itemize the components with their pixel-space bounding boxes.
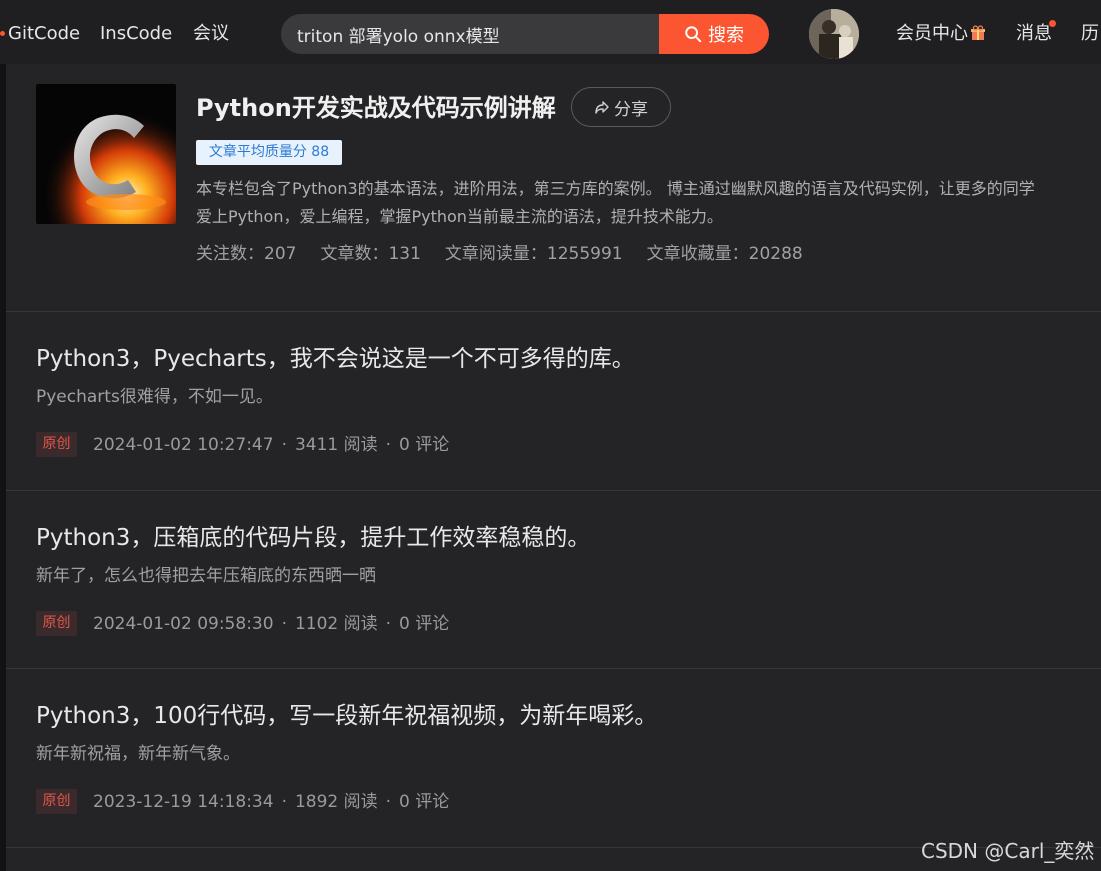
- article-reads: 3411 阅读: [294, 434, 378, 455]
- article-date: 2024-01-02 09:58:30: [93, 613, 274, 634]
- avatar[interactable]: [809, 9, 859, 59]
- article-summary: Pyecharts很难得，不如一见。: [36, 387, 273, 407]
- stat-favorite-count: 文章收藏量：20288: [646, 244, 803, 264]
- article-date: 2023-12-19 14:18:34: [93, 791, 274, 812]
- stat-followers: 关注数：207: [196, 244, 297, 264]
- article-comments[interactable]: 0 评论: [399, 612, 449, 636]
- nav-bullet-dot: [0, 31, 5, 36]
- column-cover-image[interactable]: [36, 84, 176, 224]
- article-reads: 1892 阅读: [294, 791, 378, 812]
- messages-link[interactable]: 消息: [1016, 22, 1052, 46]
- article-meta: 原创 2024-01-02 10:27:47 · 3411 阅读 · 0 评论: [36, 432, 449, 457]
- article-summary: 新年新祝福，新年新气象。: [36, 744, 240, 764]
- meta-separator: ·: [281, 434, 287, 455]
- column-stats: 关注数：207 文章数：131 文章阅读量：1255991 文章收藏量：2028…: [196, 242, 803, 266]
- search-button[interactable]: 搜索: [659, 14, 769, 54]
- search-box: [281, 14, 661, 54]
- unread-dot: [1049, 20, 1056, 27]
- article-item[interactable]: Python3，100行代码，写一段新年祝福视频，为新年喝彩。 新年新祝福，新年…: [6, 669, 1101, 847]
- nav-link-inscode[interactable]: InsCode: [100, 22, 172, 46]
- meta-separator: ·: [385, 434, 392, 455]
- nav-link-gitcode[interactable]: GitCode: [8, 22, 80, 46]
- article-meta: 原创 2024-01-02 09:58:30 · 1102 阅读 · 0 评论: [36, 611, 449, 636]
- original-tag: 原创: [36, 611, 77, 636]
- stat-article-count: 文章数：131: [320, 244, 421, 264]
- article-meta: 原创 2023-12-19 14:18:34 · 1892 阅读 · 0 评论: [36, 789, 449, 814]
- meta-separator: ·: [281, 613, 287, 634]
- share-button[interactable]: 分享: [571, 87, 671, 127]
- column-cover-art: [36, 84, 176, 224]
- article-title[interactable]: Python3，100行代码，写一段新年祝福视频，为新年喝彩。: [36, 701, 657, 731]
- article-comments[interactable]: 0 评论: [399, 790, 449, 814]
- column-title: Python开发实战及代码示例讲解: [196, 94, 556, 122]
- article-item[interactable]: Python3，Pyecharts，我不会说这是一个不可多得的库。 Pyecha…: [6, 312, 1101, 490]
- vip-center-link[interactable]: 会员中心: [896, 22, 986, 46]
- meta-separator: ·: [385, 791, 392, 812]
- article-title[interactable]: Python3，Pyecharts，我不会说这是一个不可多得的库。: [36, 344, 635, 374]
- stat-read-count: 文章阅读量：1255991: [444, 244, 623, 264]
- history-link[interactable]: 历: [1081, 22, 1099, 46]
- original-tag: 原创: [36, 789, 77, 814]
- quality-score-badge: 文章平均质量分 88: [196, 140, 342, 165]
- article-date: 2024-01-02 10:27:47: [93, 434, 274, 455]
- article-comments[interactable]: 0 评论: [399, 433, 449, 457]
- csdn-watermark: CSDN @Carl_奕然: [921, 839, 1095, 863]
- article-title[interactable]: Python3，压箱底的代码片段，提升工作效率稳稳的。: [36, 523, 590, 553]
- share-icon: [595, 101, 609, 114]
- vip-center-label: 会员中心: [896, 23, 968, 44]
- article-reads: 1102 阅读: [294, 613, 378, 634]
- share-label: 分享: [614, 99, 648, 120]
- search-input[interactable]: [297, 22, 647, 46]
- original-tag: 原创: [36, 432, 77, 457]
- search-button-label: 搜索: [708, 25, 744, 46]
- nav-link-meeting[interactable]: 会议: [193, 22, 229, 46]
- column-description: 本专栏包含了Python3的基本语法，进阶用法，第三方库的案例。 博主通过幽默风…: [196, 179, 1035, 226]
- meta-separator: ·: [385, 613, 392, 634]
- top-navbar: GitCode InsCode 会议 搜索 会员中心 消息 历: [0, 0, 1101, 64]
- search-icon: [685, 26, 702, 43]
- meta-separator: ·: [281, 791, 287, 812]
- article-summary: 新年了，怎么也得把去年压箱底的东西晒一晒: [36, 566, 376, 586]
- avatar-photo: [809, 9, 859, 59]
- gift-icon: [971, 25, 985, 40]
- article-item[interactable]: Python3，压箱底的代码片段，提升工作效率稳稳的。 新年了，怎么也得把去年压…: [6, 491, 1101, 669]
